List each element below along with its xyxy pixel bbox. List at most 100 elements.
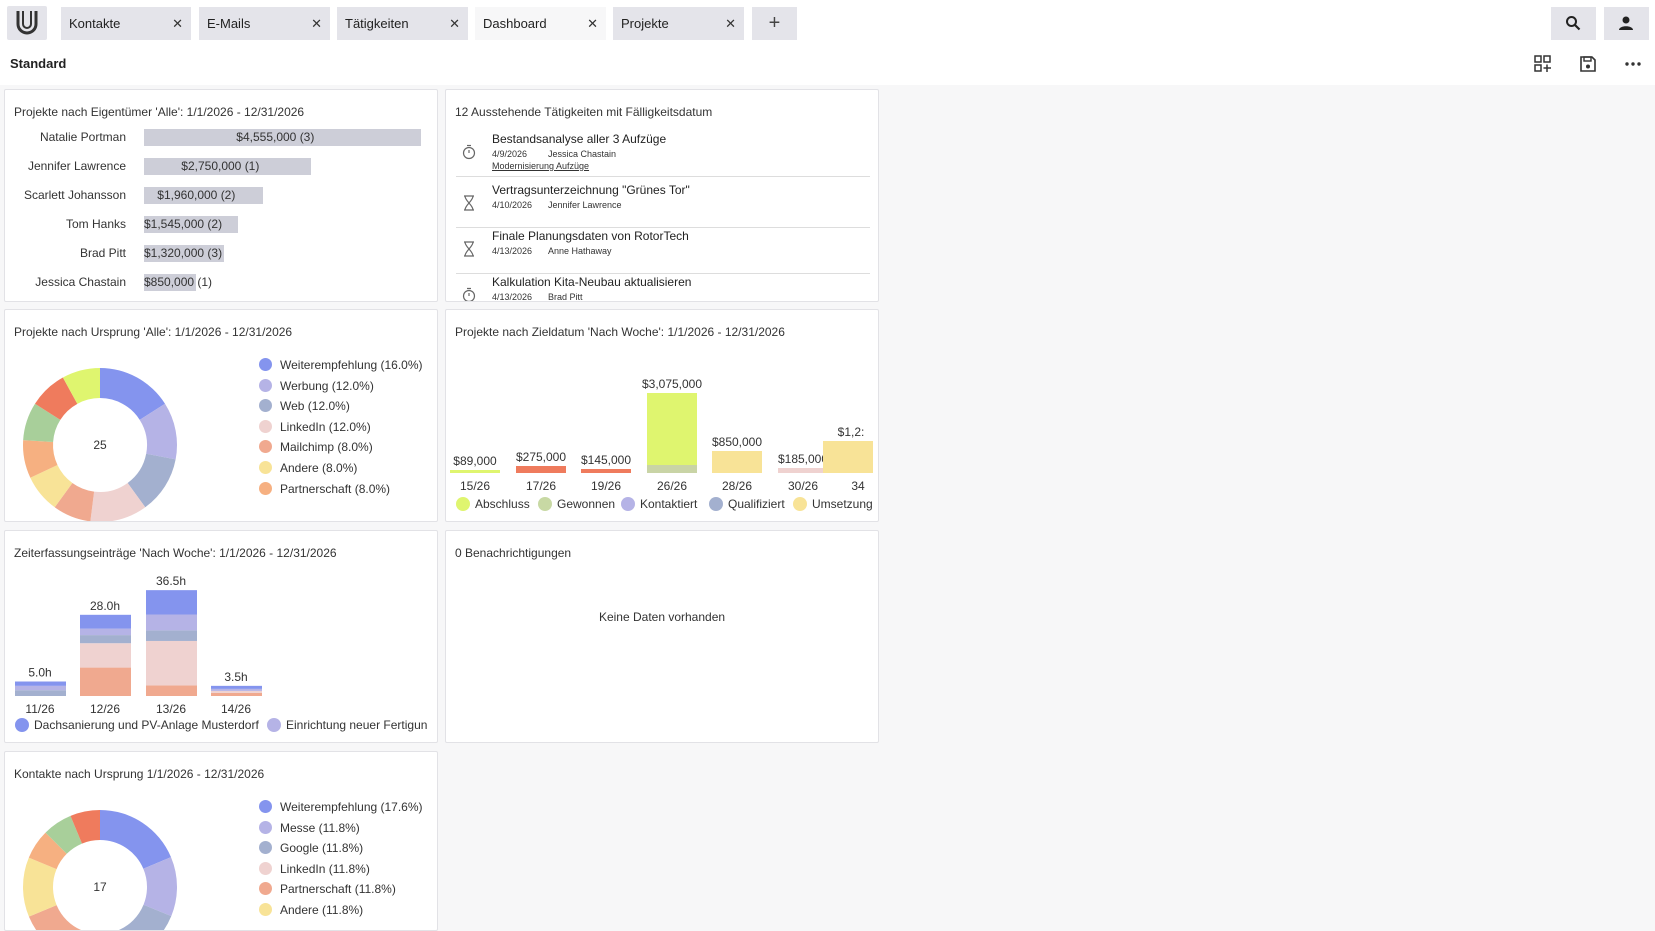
- owner-name-label: Jessica Chastain: [35, 275, 126, 289]
- legend-label: Google (11.8%): [280, 841, 364, 856]
- card-title: Projekte nach Ursprung 'Alle': 1/1/2026 …: [14, 325, 293, 339]
- bar: [778, 468, 828, 473]
- bar-segment: [80, 643, 131, 668]
- bar-segment: [80, 614, 131, 629]
- task-title: Vertragsunterzeichnung "Grünes Tor": [492, 183, 690, 197]
- bar: [712, 451, 762, 473]
- target-bar-chart: $89,000 15/26 $275,000 17/26 $145,000 19/26 $3…: [450, 377, 873, 511]
- owner-name-label: Brad Pitt: [79, 246, 126, 260]
- legend-label: LinkedIn (12.0%): [280, 419, 371, 434]
- legend-label: Werbung (12.0%): [280, 378, 374, 393]
- task-title: Bestandsanalyse aller 3 Aufzüge: [492, 132, 667, 146]
- bar-segment: [647, 393, 697, 465]
- bar-segment: [146, 590, 197, 615]
- close-icon[interactable]: ✕: [449, 7, 460, 40]
- legend-label: Weiterempfehlung (17.6%): [280, 800, 423, 814]
- origin-donut-chart: 25: [23, 368, 177, 521]
- tab-projekte[interactable]: Projekte ✕: [613, 7, 744, 40]
- bar: [516, 466, 566, 473]
- logo-icon: [16, 11, 38, 35]
- time-bar-chart: 5.0h 11/26 28.0h 12/26 36.5h 13/26 3.5h 14/26 Da…: [15, 574, 427, 732]
- legend-swatch: [259, 378, 272, 392]
- tab-taetigkeiten[interactable]: Tätigkeiten ✕: [337, 7, 468, 40]
- bar-value-label: 28.0h: [90, 599, 120, 613]
- tab-e-mails[interactable]: E-Mails ✕: [199, 7, 330, 40]
- legend-label: Mailchimp (8.0%): [280, 440, 373, 455]
- owner-name-label: Natalie Portman: [39, 130, 126, 144]
- bar-segment: [80, 635, 131, 644]
- task-project-link[interactable]: Modernisierung Aufzüge: [492, 161, 589, 171]
- task-date: 4/9/2026: [492, 149, 528, 159]
- tab-kontakte[interactable]: Kontakte ✕: [61, 7, 191, 40]
- tab-dashboard[interactable]: Dashboard ✕: [475, 7, 606, 40]
- legend-label: Qualifiziert: [728, 497, 785, 511]
- bar-value-label: $89,000: [453, 454, 497, 468]
- bar-segment: [146, 630, 197, 641]
- x-tick-label: 15/26: [460, 479, 490, 493]
- card-title: Projekte nach Eigentümer 'Alle': 1/1/202…: [14, 105, 305, 119]
- x-tick-label: 13/26: [156, 702, 186, 716]
- legend-swatch: [15, 718, 29, 732]
- timer-icon: [462, 287, 476, 301]
- bar-segment: [80, 667, 131, 696]
- close-icon[interactable]: ✕: [311, 7, 322, 40]
- legend-label: Partnerschaft (11.8%): [280, 882, 396, 897]
- legend-swatch: [793, 497, 807, 511]
- owner-bar-value: $850,000 (1): [144, 275, 213, 289]
- legend-swatch: [259, 820, 272, 834]
- task-item[interactable]: Vertragsunterzeichnung "Grünes Tor" 4/10/…: [456, 183, 870, 228]
- owner-chart-card: Projekte nach Eigentümer 'Alle': 1/1/202…: [4, 89, 438, 302]
- close-icon[interactable]: ✕: [172, 7, 183, 40]
- legend-label: Umsetzung: [812, 497, 873, 511]
- empty-state-text: Keine Daten vorhanden: [598, 610, 726, 624]
- task-assignee: Jessica Chastain: [548, 149, 617, 159]
- search-button[interactable]: [1551, 7, 1596, 40]
- legend-swatch: [259, 481, 272, 495]
- x-tick-label: 26/26: [657, 479, 687, 493]
- bar-segment: [211, 688, 262, 691]
- close-icon[interactable]: ✕: [725, 7, 736, 40]
- x-tick-label: 34: [851, 479, 865, 493]
- bar-value-label: 5.0h: [28, 666, 51, 680]
- user-button[interactable]: [1604, 7, 1649, 40]
- save-icon[interactable]: [1578, 54, 1598, 74]
- add-tab-button[interactable]: +: [752, 7, 797, 40]
- owner-bar-value: $1,320,000 (3): [144, 246, 223, 260]
- close-icon[interactable]: ✕: [587, 7, 598, 40]
- bar-segment: [146, 685, 197, 696]
- target-date-card: Projekte nach Zieldatum 'Nach Woche': 1/…: [445, 309, 879, 522]
- task-date: 4/13/2026: [492, 292, 533, 302]
- top-bar: Kontakte ✕ E-Mails ✕ Tätigkeiten ✕ Dashb…: [0, 0, 1655, 43]
- legend-swatch: [259, 841, 272, 855]
- user-icon: [1619, 16, 1633, 30]
- task-date: 4/10/2026: [492, 200, 533, 210]
- legend-label: Partnerschaft (8.0%): [280, 481, 391, 496]
- dashboard-title: Standard: [10, 56, 67, 71]
- legend-swatch: [267, 718, 281, 732]
- task-item[interactable]: Kalkulation Kita-Neubau aktualisieren 4/1…: [456, 275, 870, 302]
- task-assignee: Brad Pitt: [548, 292, 583, 302]
- legend-label: LinkedIn (11.8%): [280, 861, 370, 876]
- more-icon[interactable]: [1623, 54, 1643, 74]
- bar-segment: [146, 640, 197, 686]
- search-icon: [1566, 16, 1581, 31]
- legend-swatch: [259, 399, 272, 413]
- notifications-card: 0 Benachrichtigungen Keine Daten vorhand…: [445, 530, 879, 743]
- x-tick-label: 30/26: [788, 479, 818, 493]
- bar-value-label: $275,000: [516, 450, 566, 464]
- add-widget-icon[interactable]: [1533, 54, 1553, 74]
- task-title: Finale Planungsdaten von RotorTech: [492, 229, 689, 243]
- hourglass-icon: [464, 241, 474, 257]
- owner-bar-value: $2,750,000 (1): [181, 159, 260, 173]
- task-item[interactable]: Finale Planungsdaten von RotorTech 4/13/2…: [456, 229, 870, 274]
- task-assignee: Anne Hathaway: [548, 246, 612, 256]
- project-origin-card: Projekte nach Ursprung 'Alle': 1/1/2026 …: [4, 309, 438, 522]
- task-item[interactable]: Bestandsanalyse aller 3 Aufzüge 4/9/2026 J…: [456, 132, 870, 177]
- app-logo[interactable]: [7, 6, 47, 40]
- bar-value-label: $185,000: [778, 452, 828, 466]
- bar: [581, 469, 631, 473]
- legend-label: Web (12.0%): [280, 399, 350, 414]
- tab-label: Dashboard: [483, 16, 547, 31]
- legend-swatch: [259, 440, 272, 454]
- legend-swatch: [259, 461, 272, 474]
